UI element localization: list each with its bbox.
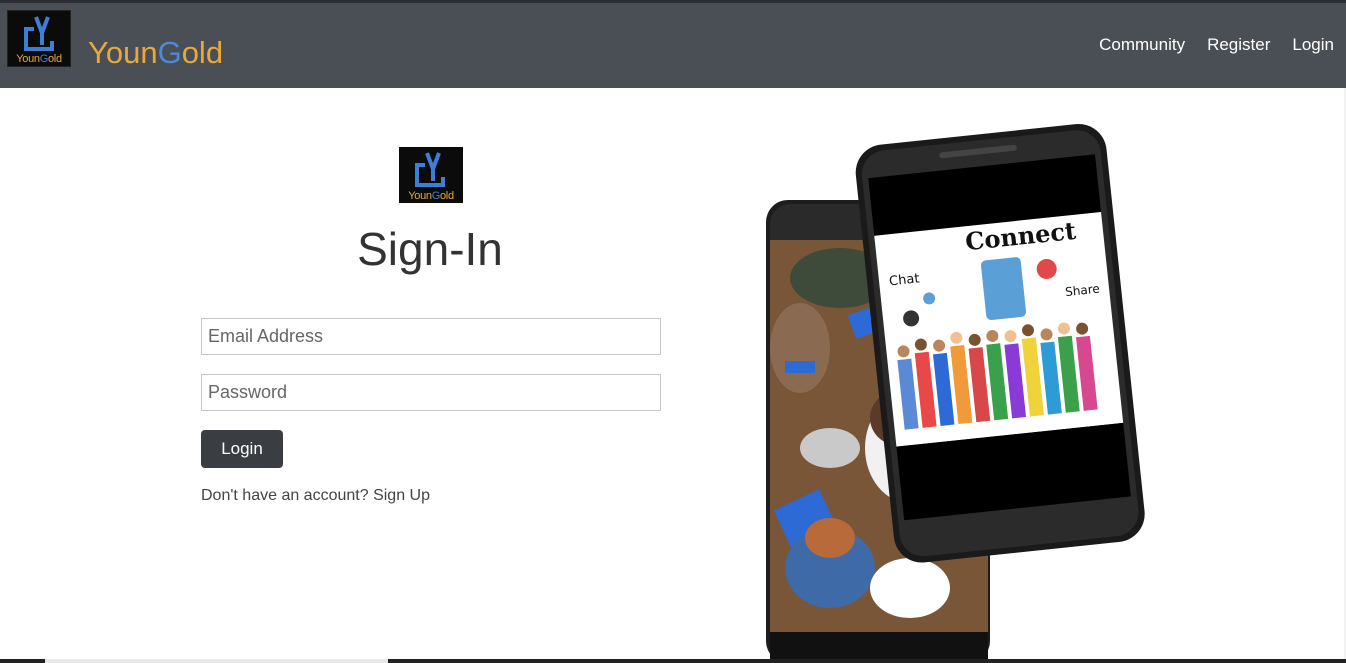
signup-link[interactable]: Sign Up [373,487,430,504]
hero-phones-image: Connect Chat Share [760,118,1150,663]
nav-links: Community Register Login [1099,33,1334,57]
bottom-bar-segment [45,659,388,663]
brand-part-g: G [157,35,182,70]
bottom-bar [0,659,1346,663]
email-field[interactable] [201,318,661,355]
logo-text: YounGold [16,53,62,65]
brand-name[interactable]: YounGold [88,33,223,73]
nav-community[interactable]: Community [1099,33,1185,57]
password-field[interactable] [201,374,661,411]
brand-part-old: old [181,35,224,70]
logo-text: YounGold [408,190,454,202]
page-title: Sign-In [357,223,503,275]
chat-label: Chat [888,271,920,289]
phones-illustration: Connect Chat Share [766,124,1145,663]
navbar: YounGold YounGold Community Register Log… [0,3,1346,88]
signup-prompt: Don't have an account? Sign Up [201,487,430,505]
brand-part-youn: Youn [88,35,158,70]
brand-logo[interactable]: YounGold [7,10,71,67]
login-button[interactable]: Login [201,430,283,468]
signin-logo: YounGold [399,147,463,203]
signup-prompt-text: Don't have an account? [201,487,374,504]
nav-login[interactable]: Login [1292,33,1334,57]
nav-register[interactable]: Register [1207,33,1270,57]
